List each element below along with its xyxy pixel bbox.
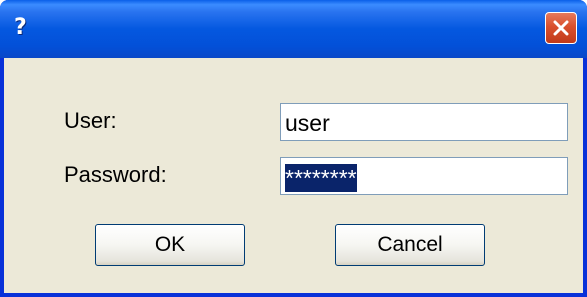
password-label: Password: (64, 162, 167, 187)
dialog-title: ? (14, 15, 27, 40)
ok-button[interactable]: OK (95, 224, 245, 266)
close-button[interactable] (545, 12, 577, 44)
ok-button-label: OK (154, 233, 186, 256)
password-input[interactable]: ******** (280, 157, 568, 195)
close-icon (553, 20, 569, 36)
cancel-button-label: Cancel (377, 233, 443, 256)
cancel-button[interactable]: Cancel (335, 224, 485, 266)
user-input[interactable]: user (280, 103, 568, 141)
user-label: User: (64, 108, 117, 133)
password-input-value: ******** (285, 164, 357, 192)
login-dialog: ? User: user Password: ******** OK Cance… (0, 0, 587, 297)
user-input-value: user (285, 110, 330, 136)
title-bar[interactable]: ? (0, 0, 587, 58)
